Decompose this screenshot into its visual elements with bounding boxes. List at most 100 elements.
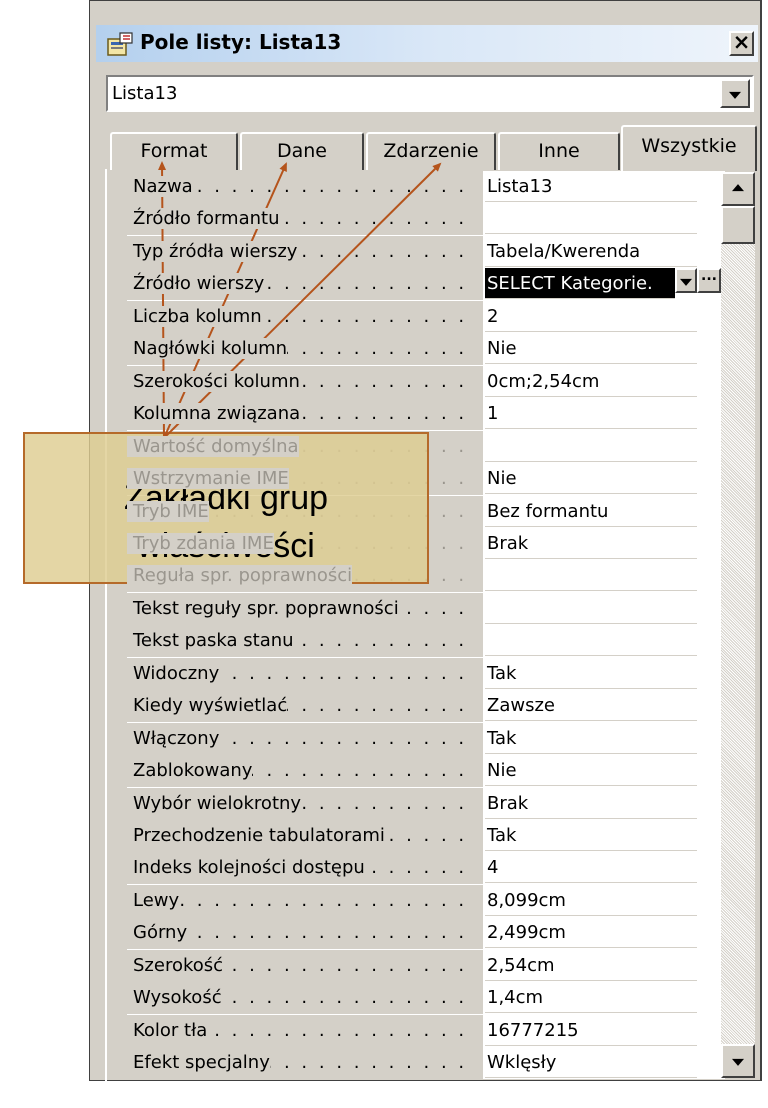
property-row[interactable]: . . . . . . . . . . . . . . . . . . . . … bbox=[127, 723, 725, 755]
property-value[interactable] bbox=[485, 560, 697, 591]
property-label[interactable]: . . . . . . . . . . . . . . . . . . . . … bbox=[127, 398, 483, 430]
property-row[interactable]: . . . . . . . . . . . . . . . . . . . . … bbox=[127, 268, 725, 300]
property-value[interactable]: 4 bbox=[485, 852, 697, 883]
property-row[interactable]: . . . . . . . . . . . . . . . . . . . . … bbox=[127, 950, 725, 982]
property-value[interactable]: Tak bbox=[485, 820, 697, 851]
property-row[interactable]: . . . . . . . . . . . . . . . . . . . . … bbox=[127, 301, 725, 333]
property-value[interactable]: 16777215 bbox=[485, 1015, 697, 1046]
property-value[interactable]: Nie bbox=[485, 333, 697, 364]
property-row[interactable]: . . . . . . . . . . . . . . . . . . . . … bbox=[127, 203, 725, 235]
property-value[interactable]: 2 bbox=[485, 301, 697, 332]
property-row[interactable]: . . . . . . . . . . . . . . . . . . . . … bbox=[127, 982, 725, 1014]
property-label[interactable]: . . . . . . . . . . . . . . . . . . . . … bbox=[127, 333, 483, 365]
property-label[interactable]: . . . . . . . . . . . . . . . . . . . . … bbox=[127, 658, 483, 690]
property-label-text: Kiedy wyświetlać bbox=[127, 695, 288, 716]
property-row[interactable]: . . . . . . . . . . . . . . . . . . . . … bbox=[127, 398, 725, 430]
property-value[interactable]: 1 bbox=[485, 398, 697, 429]
property-row[interactable]: . . . . . . . . . . . . . . . . . . . . … bbox=[127, 1047, 725, 1079]
property-row[interactable]: . . . . . . . . . . . . . . . . . . . . … bbox=[127, 593, 725, 625]
scroll-up-button[interactable] bbox=[721, 172, 755, 206]
property-label[interactable]: . . . . . . . . . . . . . . . . . . . . … bbox=[127, 755, 483, 787]
property-label-text: Źródło wierszy bbox=[127, 273, 265, 294]
property-value[interactable]: Lista13 bbox=[485, 171, 697, 202]
property-label[interactable]: . . . . . . . . . . . . . . . . . . . . … bbox=[127, 820, 483, 852]
property-value[interactable]: Tak bbox=[485, 723, 697, 754]
property-value[interactable] bbox=[485, 203, 697, 234]
scroll-down-button[interactable] bbox=[721, 1044, 755, 1078]
property-label[interactable]: . . . . . . . . . . . . . . . . . . . . … bbox=[127, 171, 483, 203]
property-row[interactable]: . . . . . . . . . . . . . . . . . . . . … bbox=[127, 788, 725, 820]
property-label[interactable]: . . . . . . . . . . . . . . . . . . . . … bbox=[127, 593, 483, 625]
property-label[interactable]: . . . . . . . . . . . . . . . . . . . . … bbox=[127, 982, 483, 1014]
property-value[interactable]: 1,4cm bbox=[485, 982, 697, 1013]
property-label[interactable]: . . . . . . . . . . . . . . . . . . . . … bbox=[127, 788, 483, 820]
property-value[interactable]: 2,54cm bbox=[485, 950, 697, 981]
property-value[interactable] bbox=[485, 431, 697, 462]
property-value[interactable]: 2,499cm bbox=[485, 917, 697, 948]
property-label[interactable]: . . . . . . . . . . . . . . . . . . . . … bbox=[127, 690, 483, 722]
property-label-text: Przechodzenie tabulatorami bbox=[127, 825, 385, 846]
property-value[interactable]: Tak bbox=[485, 658, 697, 689]
property-value[interactable] bbox=[485, 625, 697, 656]
property-row[interactable]: . . . . . . . . . . . . . . . . . . . . … bbox=[127, 236, 725, 268]
scroll-thumb[interactable] bbox=[721, 206, 755, 244]
property-value[interactable]: Zawsze bbox=[485, 690, 697, 721]
property-label[interactable]: . . . . . . . . . . . . . . . . . . . . … bbox=[127, 723, 483, 755]
row-source-dropdown-button[interactable] bbox=[675, 268, 697, 293]
property-label[interactable]: . . . . . . . . . . . . . . . . . . . . … bbox=[127, 1047, 483, 1079]
property-row[interactable]: . . . . . . . . . . . . . . . . . . . . … bbox=[127, 171, 725, 203]
property-row[interactable]: . . . . . . . . . . . . . . . . . . . . … bbox=[127, 333, 725, 365]
property-label[interactable]: . . . . . . . . . . . . . . . . . . . . … bbox=[127, 625, 483, 657]
object-selector-combo[interactable]: Lista13 bbox=[106, 75, 754, 112]
property-row[interactable]: . . . . . . . . . . . . . . . . . . . . … bbox=[127, 1015, 725, 1047]
property-label[interactable]: . . . . . . . . . . . . . . . . . . . . … bbox=[127, 366, 483, 398]
property-label[interactable]: . . . . . . . . . . . . . . . . . . . . … bbox=[127, 950, 483, 982]
property-label-text: Nagłówki kolumn bbox=[127, 338, 288, 359]
property-row[interactable]: . . . . . . . . . . . . . . . . . . . . … bbox=[127, 690, 725, 722]
property-value[interactable]: 8,099cm bbox=[485, 885, 697, 916]
tab-zdarzenie[interactable]: Zdarzenie bbox=[366, 132, 496, 170]
property-value[interactable] bbox=[485, 593, 697, 624]
property-label[interactable]: . . . . . . . . . . . . . . . . . . . . … bbox=[127, 885, 483, 917]
property-value[interactable]: SELECT Kategorie. bbox=[485, 268, 675, 299]
property-label-text: Szerokości kolumn bbox=[127, 371, 300, 392]
property-row[interactable]: . . . . . . . . . . . . . . . . . . . . … bbox=[127, 658, 725, 690]
property-label[interactable]: . . . . . . . . . . . . . . . . . . . . … bbox=[127, 1015, 483, 1047]
property-value[interactable]: Brak bbox=[485, 528, 697, 559]
property-value[interactable]: Bez formantu bbox=[485, 496, 697, 527]
object-selector-dropdown-button[interactable] bbox=[720, 79, 750, 108]
property-label-text: Tryb IME bbox=[127, 501, 209, 522]
chevron-down-icon bbox=[680, 278, 692, 286]
property-row[interactable]: . . . . . . . . . . . . . . . . . . . . … bbox=[127, 625, 725, 657]
tab-inne[interactable]: Inne bbox=[498, 132, 620, 170]
property-label[interactable]: . . . . . . . . . . . . . . . . . . . . … bbox=[127, 203, 483, 235]
property-row[interactable]: . . . . . . . . . . . . . . . . . . . . … bbox=[127, 755, 725, 787]
title-bar[interactable]: Pole listy: Lista13 × bbox=[96, 25, 758, 62]
property-label[interactable]: . . . . . . . . . . . . . . . . . . . . … bbox=[127, 917, 483, 949]
tab-format[interactable]: Format bbox=[110, 132, 238, 170]
property-row[interactable]: . . . . . . . . . . . . . . . . . . . . … bbox=[127, 852, 725, 884]
vertical-scrollbar[interactable] bbox=[721, 172, 755, 1078]
property-label-text: Wysokość bbox=[127, 987, 222, 1008]
close-button[interactable]: × bbox=[729, 31, 754, 56]
property-label[interactable]: . . . . . . . . . . . . . . . . . . . . … bbox=[127, 268, 483, 300]
property-value[interactable]: Tabela/Kwerenda bbox=[485, 236, 697, 267]
property-value[interactable]: Brak bbox=[485, 788, 697, 819]
property-label[interactable]: . . . . . . . . . . . . . . . . . . . . … bbox=[127, 301, 483, 333]
property-value[interactable]: Nie bbox=[485, 755, 697, 786]
property-row[interactable]: . . . . . . . . . . . . . . . . . . . . … bbox=[127, 885, 725, 917]
property-row[interactable]: . . . . . . . . . . . . . . . . . . . . … bbox=[127, 917, 725, 949]
property-value[interactable]: 0cm;2,54cm bbox=[485, 366, 697, 397]
property-row[interactable]: . . . . . . . . . . . . . . . . . . . . … bbox=[127, 366, 725, 398]
tab-dane[interactable]: Dane bbox=[240, 132, 364, 170]
property-label-text: Szerokość bbox=[127, 955, 224, 976]
property-value[interactable]: Wklęsły bbox=[485, 1047, 697, 1078]
tab-wszystkie[interactable]: Wszystkie bbox=[621, 125, 757, 171]
property-row[interactable]: . . . . . . . . . . . . . . . . . . . . … bbox=[127, 820, 725, 852]
property-label[interactable]: . . . . . . . . . . . . . . . . . . . . … bbox=[127, 236, 483, 268]
object-selector-value[interactable]: Lista13 bbox=[112, 83, 177, 104]
ellipsis-icon[interactable]: ... bbox=[697, 268, 721, 293]
property-label[interactable]: . . . . . . . . . . . . . . . . . . . . … bbox=[127, 852, 483, 884]
property-label[interactable]: . . . . . . . . . . . . . . . . . . . . … bbox=[127, 560, 483, 592]
property-value[interactable]: Nie bbox=[485, 463, 697, 494]
